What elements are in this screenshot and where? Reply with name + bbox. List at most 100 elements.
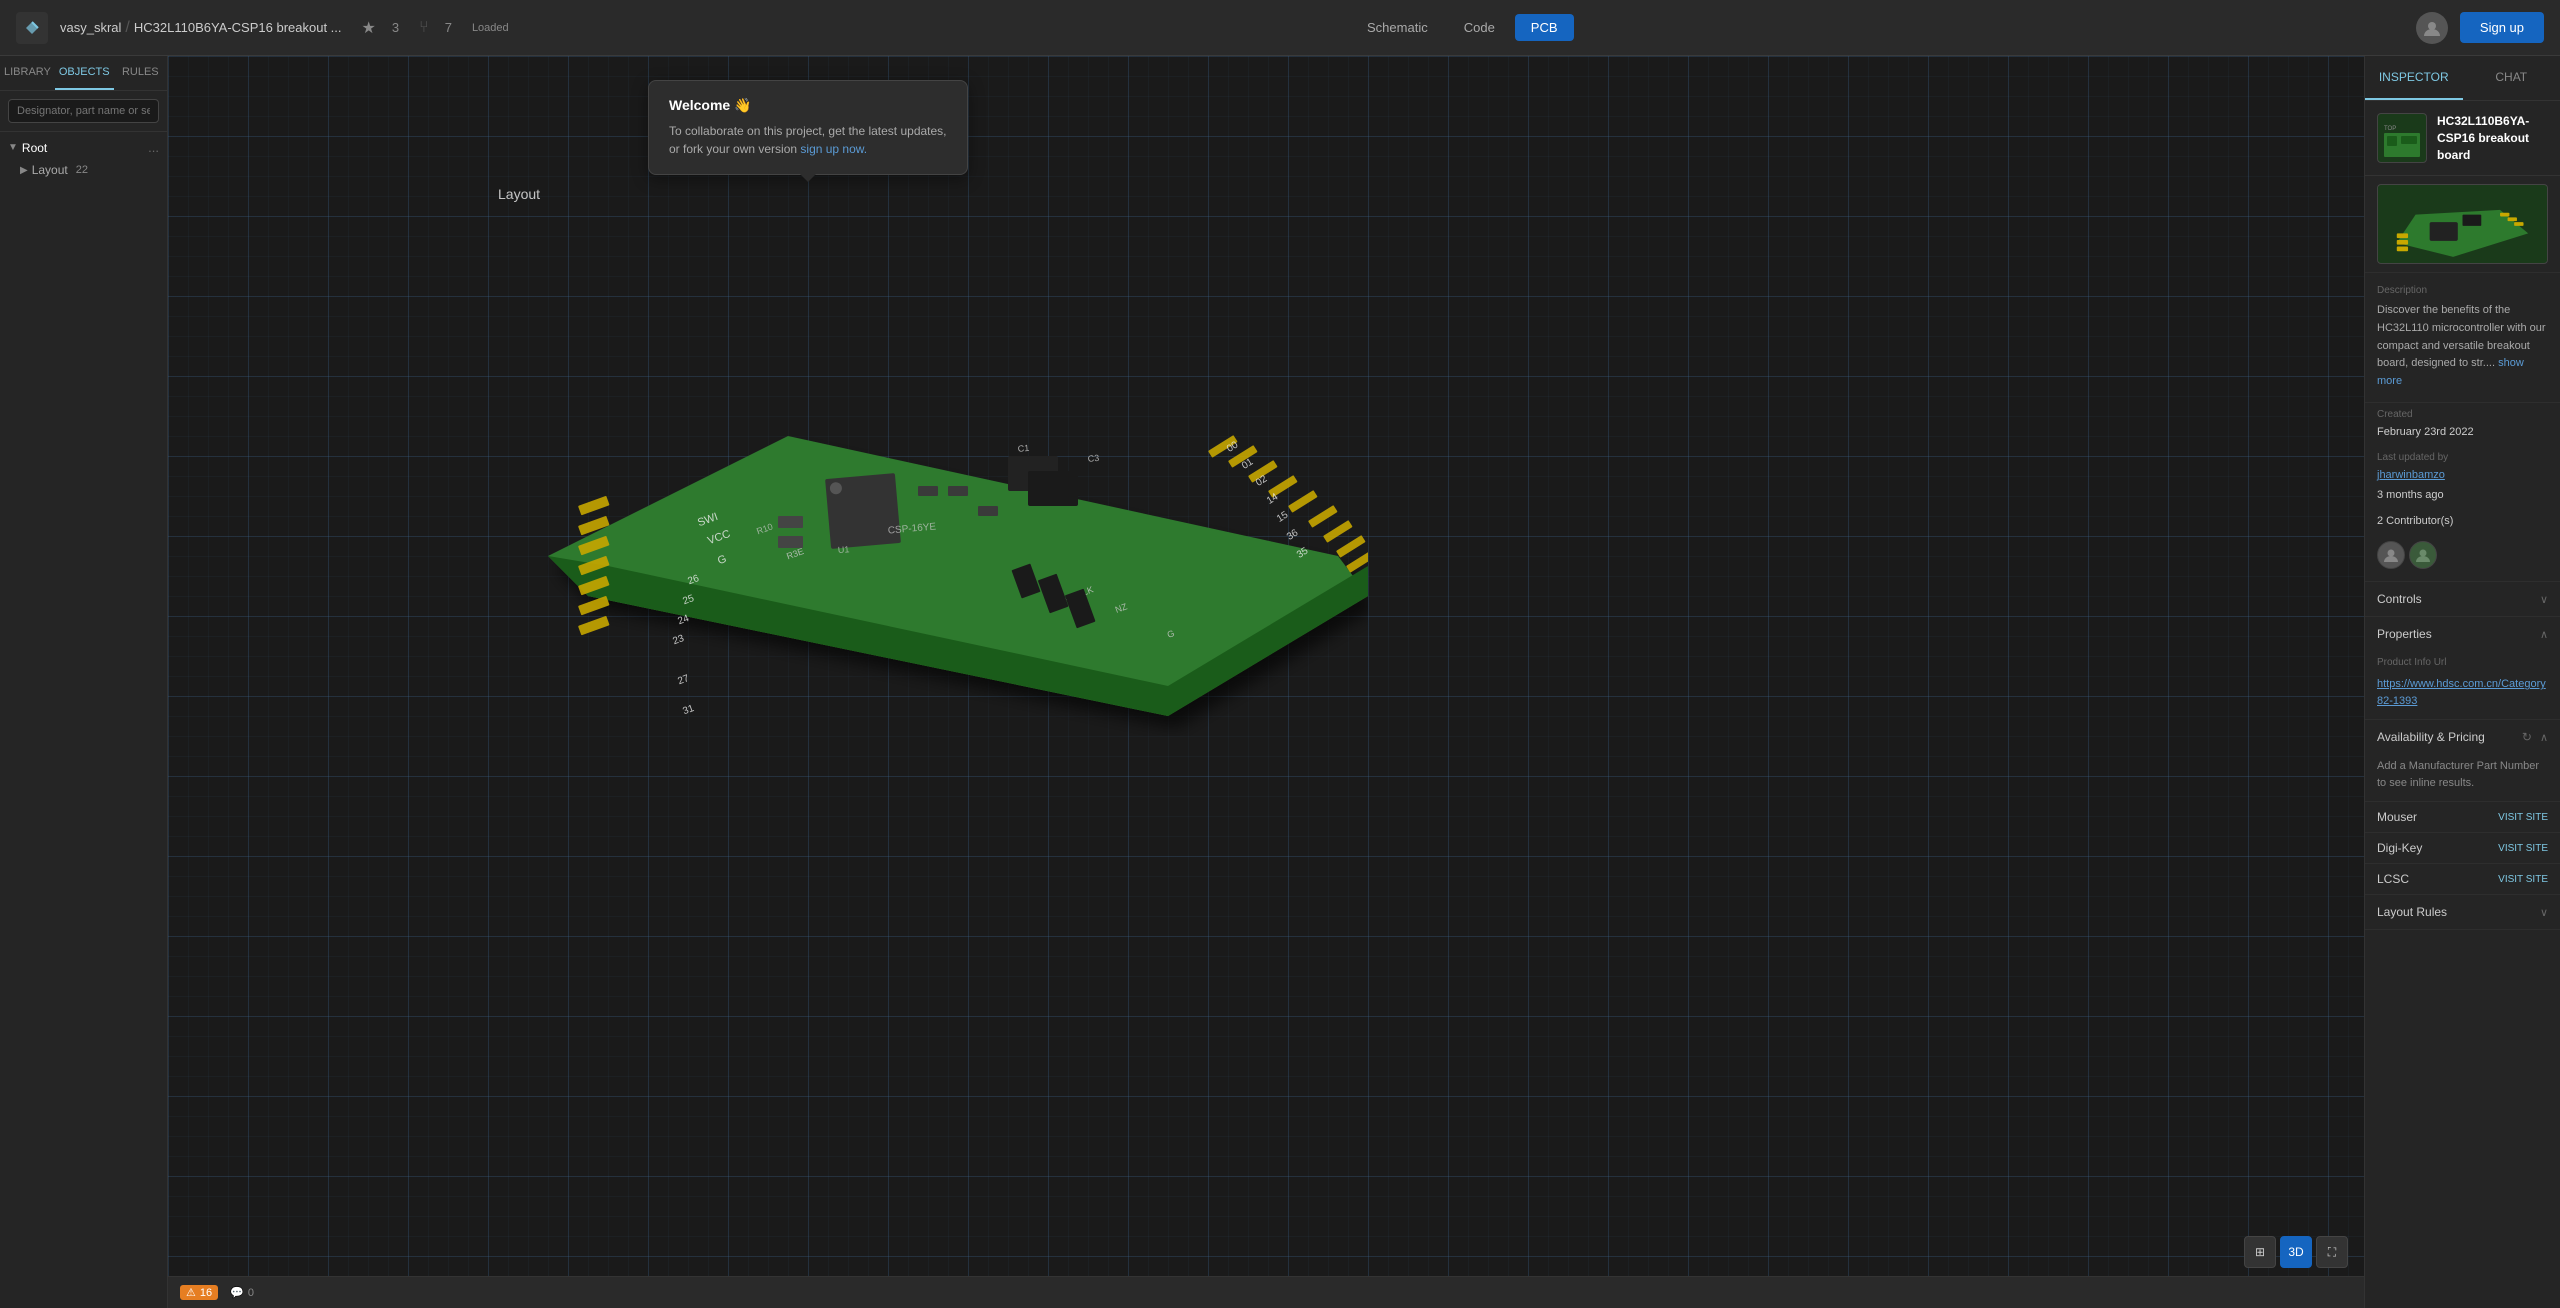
fullscreen-button[interactable]: ⛶ [2316, 1236, 2348, 1268]
star-count: 3 [392, 20, 399, 35]
root-more[interactable]: ... [148, 140, 159, 155]
component-image-area [2365, 176, 2560, 273]
search-box [0, 91, 167, 132]
tab-code[interactable]: Code [1448, 14, 1511, 41]
availability-header[interactable]: Availability & Pricing ↻ ∧ [2365, 720, 2560, 754]
pcb-thumbnail: TOP [2377, 113, 2427, 163]
product-url[interactable]: https://www.hdsc.com.cn/Category82-1393 [2377, 676, 2548, 709]
controls-label: Controls [2377, 592, 2422, 606]
grid-view-button[interactable]: ⊞ [2244, 1236, 2276, 1268]
layout-rules-chevron: ∨ [2540, 906, 2548, 919]
fork-count: 7 [445, 20, 452, 35]
properties-chevron: ∧ [2540, 628, 2548, 641]
controls-section: Controls ∨ [2365, 582, 2560, 617]
properties-section: Properties ∧ Product Info Url https://ww… [2365, 617, 2560, 720]
digikey-name: Digi-Key [2377, 841, 2422, 855]
breadcrumb-user: vasy_skral [60, 20, 121, 35]
comment-badge: 💬 0 [230, 1286, 254, 1299]
star-button[interactable]: ★ [362, 18, 376, 38]
topbar: vasy_skral / HC32L110B6YA-CSP16 breakout… [0, 0, 2560, 56]
signup-link[interactable]: sign up now. [800, 142, 867, 156]
tab-library[interactable]: LIBRARY [0, 56, 55, 90]
fork-icon: ⑂ [419, 19, 429, 37]
canvas-area[interactable]: G VCC SWI 26 25 24 23 27 31 00 01 02 14 … [168, 56, 2364, 1308]
bottom-bar: ⚠ 16 💬 0 [168, 1276, 2364, 1308]
vendor-mouser: Mouser VISIT SITE [2365, 801, 2560, 832]
svg-text:36: 36 [1285, 527, 1301, 542]
view-controls: ⊞ 3D ⛶ [2244, 1236, 2348, 1268]
warning-count: 16 [200, 1287, 212, 1299]
welcome-tooltip: Welcome 👋 To collaborate on this project… [648, 80, 968, 175]
digikey-visit-button[interactable]: VISIT SITE [2498, 843, 2548, 854]
tab-schematic[interactable]: Schematic [1351, 14, 1444, 41]
tab-chat[interactable]: CHAT [2463, 56, 2560, 100]
description-section: Description Discover the benefits of the… [2365, 273, 2560, 403]
svg-text:15: 15 [1275, 509, 1291, 524]
layout-label: Layout [32, 163, 68, 177]
breadcrumb-project: HC32L110B6YA-CSP16 breakout ... [134, 20, 342, 35]
tab-objects[interactable]: OBJECTS [55, 56, 114, 90]
availability-chevron: ∧ [2540, 731, 2548, 744]
svg-text:27: 27 [676, 673, 691, 687]
3d-view-button[interactable]: 3D [2280, 1236, 2312, 1268]
product-info-label: Product Info Url [2377, 657, 2548, 668]
tab-inspector[interactable]: INSPECTOR [2365, 56, 2463, 100]
svg-text:31: 31 [681, 703, 696, 717]
updated-user-link[interactable]: jharwinbamzo [2377, 469, 2445, 481]
svg-text:C1: C1 [1017, 443, 1029, 454]
description-text: Discover the benefits of the HC32L110 mi… [2365, 302, 2560, 402]
updated-ago: 3 months ago [2377, 489, 2444, 501]
layout-rules-label: Layout Rules [2377, 905, 2447, 919]
signup-button[interactable]: Sign up [2460, 12, 2544, 43]
tree-root[interactable]: ▼ Root ... [0, 136, 167, 159]
welcome-title: Welcome 👋 [669, 97, 947, 114]
contributor-avatar-2[interactable] [2409, 541, 2437, 569]
nav-tabs: Schematic Code PCB [521, 14, 2404, 41]
component-title: HC32L110B6YA-CSP16 breakout board [2437, 113, 2548, 163]
vendor-lcsc: LCSC VISIT SITE [2365, 863, 2560, 894]
tab-pcb[interactable]: PCB [1515, 14, 1574, 41]
svg-text:TOP: TOP [2384, 126, 2396, 132]
lcsc-name: LCSC [2377, 872, 2409, 886]
comment-icon: 💬 [230, 1286, 244, 1299]
project-status: Loaded [472, 22, 509, 34]
right-panel: INSPECTOR CHAT TOP HC32L110B6YA-CSP16 br… [2364, 56, 2560, 1308]
controls-chevron: ∨ [2540, 593, 2548, 606]
mouser-name: Mouser [2377, 810, 2417, 824]
refresh-icon[interactable]: ↻ [2522, 730, 2532, 744]
welcome-text: To collaborate on this project, get the … [669, 122, 947, 158]
component-thumb [2377, 184, 2548, 264]
lcsc-visit-button[interactable]: VISIT SITE [2498, 874, 2548, 885]
meta-section: Created February 23rd 2022 Last updated … [2365, 403, 2560, 582]
tree-layout[interactable]: ▶ Layout 22 [0, 159, 167, 181]
svg-text:C3: C3 [1087, 453, 1099, 464]
availability-label: Availability & Pricing [2377, 730, 2485, 744]
layout-label: Layout [498, 186, 540, 202]
tab-rules[interactable]: RULES [114, 56, 167, 90]
warning-icon: ⚠ [186, 1286, 196, 1299]
controls-header[interactable]: Controls ∨ [2365, 582, 2560, 616]
description-label: Description [2377, 285, 2548, 296]
properties-label: Properties [2377, 627, 2432, 641]
layout-count: 22 [76, 164, 88, 176]
updated-label: Last updated by [2365, 452, 2560, 463]
vendor-digikey: Digi-Key VISIT SITE [2365, 832, 2560, 863]
root-label: Root [22, 141, 47, 155]
svg-text:U1: U1 [837, 544, 849, 555]
user-avatar[interactable] [2416, 12, 2448, 44]
mouser-visit-button[interactable]: VISIT SITE [2498, 812, 2548, 823]
availability-note: Add a Manufacturer Part Number to see in… [2365, 754, 2560, 801]
topbar-right: Sign up [2416, 12, 2544, 44]
properties-header[interactable]: Properties ∧ [2365, 617, 2560, 651]
layout-rules-header[interactable]: Layout Rules ∨ [2365, 895, 2560, 929]
comment-count: 0 [248, 1287, 254, 1299]
contributor-avatar-1[interactable] [2377, 541, 2405, 569]
created-label: Created [2365, 409, 2560, 420]
created-value: February 23rd 2022 [2377, 426, 2474, 438]
search-input[interactable] [8, 99, 159, 123]
app-logo[interactable] [16, 12, 48, 44]
warning-badge: ⚠ 16 [180, 1285, 218, 1300]
availability-section: Availability & Pricing ↻ ∧ Add a Manufac… [2365, 720, 2560, 895]
left-panel-tabs: LIBRARY OBJECTS RULES [0, 56, 167, 91]
layout-rules-section: Layout Rules ∨ [2365, 895, 2560, 930]
